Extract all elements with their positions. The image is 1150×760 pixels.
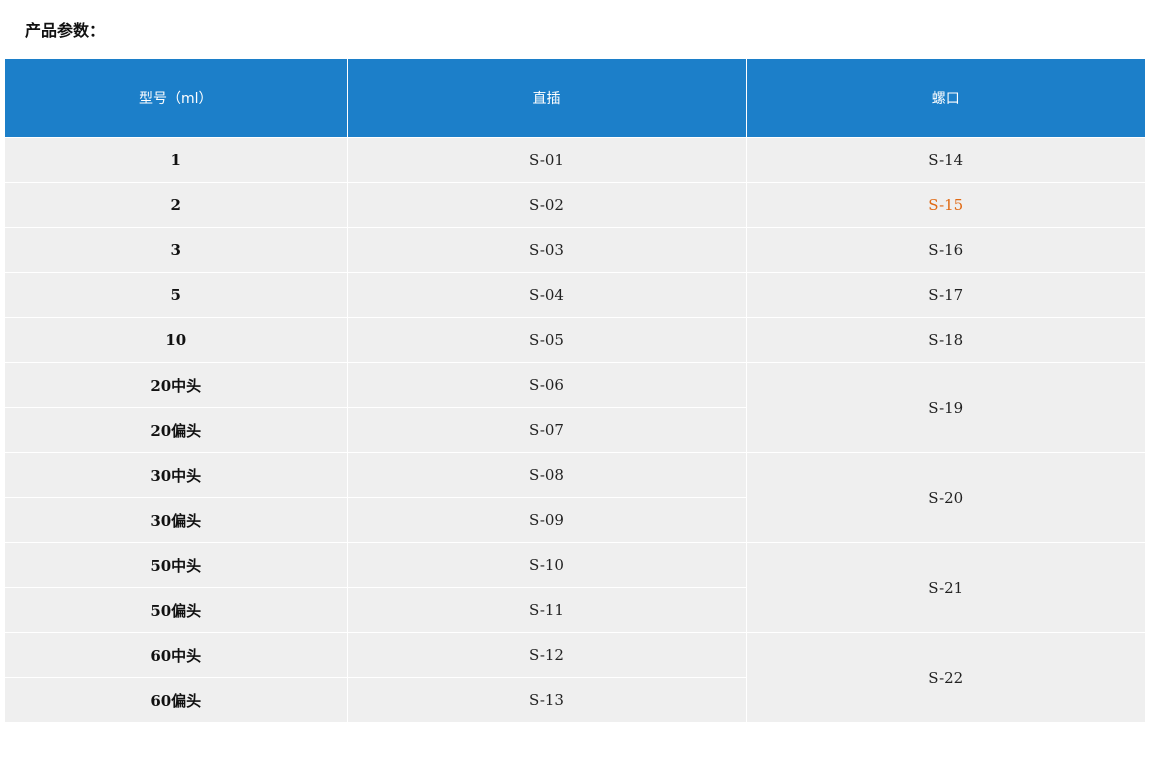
page-title: 产品参数： — [25, 21, 106, 40]
cell-model: 5 — [5, 272, 347, 318]
table-row: 2 S-02 S-15 — [5, 182, 1145, 228]
cell-direct: S-02 — [346, 182, 746, 228]
cell-direct: S-07 — [346, 407, 746, 453]
cell-model: 60偏头 — [5, 677, 347, 722]
cell-model: 20中头 — [5, 362, 347, 408]
cell-model: 10 — [5, 317, 347, 363]
cell-model: 3 — [5, 227, 347, 273]
header-screw: 螺口 — [745, 59, 1145, 138]
cell-model: 30偏头 — [5, 497, 347, 543]
cell-screw: S-20 — [745, 452, 1145, 543]
cell-model: 1 — [5, 137, 347, 183]
table-header-row: 型号（ml） 直插 螺口 — [5, 59, 1145, 138]
cell-direct: S-06 — [346, 362, 746, 408]
cell-direct: S-03 — [346, 227, 746, 273]
cell-screw: S-16 — [745, 227, 1145, 273]
table-row: 50中头 S-10 S-21 — [5, 542, 1145, 633]
cell-screw-highlighted: S-15 — [745, 182, 1145, 228]
cell-model: 2 — [5, 182, 347, 228]
table-row: 5 S-04 S-17 — [5, 272, 1145, 318]
table-row: 1 S-01 S-14 — [5, 137, 1145, 183]
cell-direct: S-13 — [346, 677, 746, 722]
cell-direct: S-05 — [346, 317, 746, 363]
table-row: 60中头 S-12 S-22 — [5, 632, 1145, 722]
cell-model: 20偏头 — [5, 407, 347, 453]
cell-model: 50偏头 — [5, 587, 347, 633]
cell-model: 50中头 — [5, 542, 347, 588]
cell-direct: S-04 — [346, 272, 746, 318]
cell-model: 30中头 — [5, 452, 347, 498]
header-direct: 直插 — [346, 59, 746, 138]
table-row: 10 S-05 S-18 — [5, 317, 1145, 363]
cell-model: 60中头 — [5, 632, 347, 678]
table-row: 30中头 S-08 S-20 — [5, 452, 1145, 543]
cell-direct: S-11 — [346, 587, 746, 633]
cell-screw: S-19 — [745, 362, 1145, 453]
table-row: 20中头 S-06 S-19 — [5, 362, 1145, 453]
table-row: 3 S-03 S-16 — [5, 227, 1145, 273]
header-model: 型号（ml） — [5, 59, 347, 138]
cell-direct: S-09 — [346, 497, 746, 543]
cell-direct: S-01 — [346, 137, 746, 183]
cell-screw: S-22 — [745, 632, 1145, 722]
cell-screw: S-18 — [745, 317, 1145, 363]
cell-direct: S-10 — [346, 542, 746, 588]
product-spec-table: 型号（ml） 直插 螺口 1 S-01 S-14 2 S-02 S-15 3 S… — [5, 59, 1145, 722]
cell-screw: S-14 — [745, 137, 1145, 183]
cell-screw: S-17 — [745, 272, 1145, 318]
cell-screw: S-21 — [745, 542, 1145, 633]
cell-direct: S-12 — [346, 632, 746, 678]
cell-direct: S-08 — [346, 452, 746, 498]
